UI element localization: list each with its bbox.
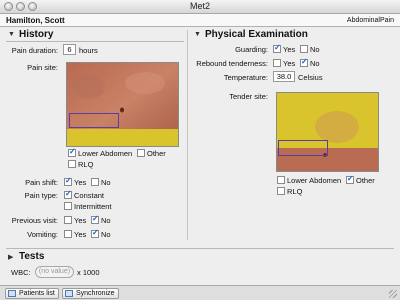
temperature-unit: Celsius [298,73,323,82]
pain-type-intermittent-label: Intermittent [74,202,112,211]
pain-shift-label: Pain shift: [25,178,58,187]
pain-duration-input[interactable]: 6 [63,44,76,55]
folder-icon [8,290,16,297]
previous-visit-yes-label: Yes [74,216,87,225]
rebound-tenderness-label: Rebound tenderness: [196,59,268,68]
pain-site-other-label: Other [147,149,166,158]
previous-visit-no-label: No [101,216,111,225]
vomiting-no-label: No [101,230,111,239]
app-window: Met2 Hamilton, Scott AbdominalPain ▼ His… [0,0,400,300]
pain-site-rlq-label: RLQ [78,160,94,169]
pain-type-constant-checkbox[interactable] [64,189,72,199]
pain-site-lower-abdomen-checkbox[interactable] [68,147,76,157]
patient-header: Hamilton, Scott AbdominalPain [0,14,400,27]
tests-section-title: Tests [19,251,45,262]
guarding-yes-label: Yes [283,45,296,54]
pain-type-intermittent-checkbox[interactable] [64,202,72,210]
pain-duration-unit: hours [79,46,98,55]
rebound-no-label: No [310,59,320,68]
sync-icon [65,290,73,297]
pain-duration-label: Pain duration: [11,46,58,55]
rebound-yes-checkbox[interactable] [273,59,281,67]
pain-site-lower-abdomen-label: Lower Abdomen [78,149,133,158]
abdomen-photo [67,63,178,146]
pain-site-body-map[interactable] [66,62,179,147]
guarding-label: Guarding: [235,45,268,54]
pain-type-label: Pain type: [24,191,58,200]
column-divider [187,30,188,240]
tests-collapse-icon[interactable]: ▶ [8,253,13,261]
bottom-toolbar: Patients list Synchronize [0,285,400,300]
rebound-yes-label: Yes [283,59,296,68]
condition-label: AbdominalPain [346,17,394,24]
patients-list-button[interactable]: Patients list [5,288,59,299]
vomiting-no-checkbox[interactable] [91,228,99,238]
history-section-title: History [19,29,54,40]
pain-shift-no-checkbox[interactable] [91,178,99,186]
pain-shift-no-label: No [101,178,111,187]
temperature-input[interactable]: 38.0 [273,71,295,82]
tender-site-lower-abdomen-label: Lower Abdomen [287,176,342,185]
physical-collapse-icon[interactable]: ▼ [194,31,201,38]
pain-shift-yes-label: Yes [74,178,87,187]
history-divider [6,41,184,42]
wbc-input[interactable]: (no value) [35,266,74,278]
rebound-no-checkbox[interactable] [300,57,308,67]
temperature-label: Temperature: [223,73,268,82]
synchronize-label: Synchronize [76,290,115,297]
tender-site-region-outline[interactable] [278,140,328,156]
patient-name: Hamilton, Scott [6,16,65,25]
guarding-no-checkbox[interactable] [300,45,308,53]
pain-shift-yes-checkbox[interactable] [64,176,72,186]
physical-section-title: Physical Examination [205,29,308,40]
pain-site-region-outline[interactable] [69,113,119,128]
history-collapse-icon[interactable]: ▼ [8,31,15,38]
wbc-label: WBC: [11,268,31,277]
tender-site-label: Tender site: [229,92,268,101]
vomiting-yes-checkbox[interactable] [64,230,72,238]
guarding-yes-checkbox[interactable] [273,43,281,53]
pain-site-label: Pain site: [27,63,58,72]
previous-visit-no-checkbox[interactable] [91,214,99,224]
guarding-no-label: No [310,45,320,54]
tests-divider [6,248,394,249]
pain-site-rlq-checkbox[interactable] [68,160,76,168]
tender-site-other-label: Other [356,176,375,185]
vomiting-label: Vomiting: [27,230,58,239]
resize-grip-icon[interactable] [389,290,397,298]
tender-site-rlq-checkbox[interactable] [277,187,285,195]
patients-list-label: Patients list [19,290,55,297]
wbc-unit: x 1000 [77,268,100,277]
pain-type-constant-label: Constant [74,191,105,200]
previous-visit-label: Previous visit: [11,216,58,225]
synchronize-button[interactable]: Synchronize [62,288,119,299]
title-bar: Met2 [0,0,400,14]
window-title: Met2 [189,1,210,11]
tender-site-other-checkbox[interactable] [346,174,354,184]
tender-abdomen-photo [277,93,378,171]
tender-site-lower-abdomen-checkbox[interactable] [277,176,285,184]
vomiting-yes-label: Yes [74,230,87,239]
previous-visit-yes-checkbox[interactable] [64,216,72,224]
pain-site-other-checkbox[interactable] [137,149,145,157]
tender-site-rlq-label: RLQ [287,187,303,196]
tender-site-body-map[interactable] [276,92,379,172]
